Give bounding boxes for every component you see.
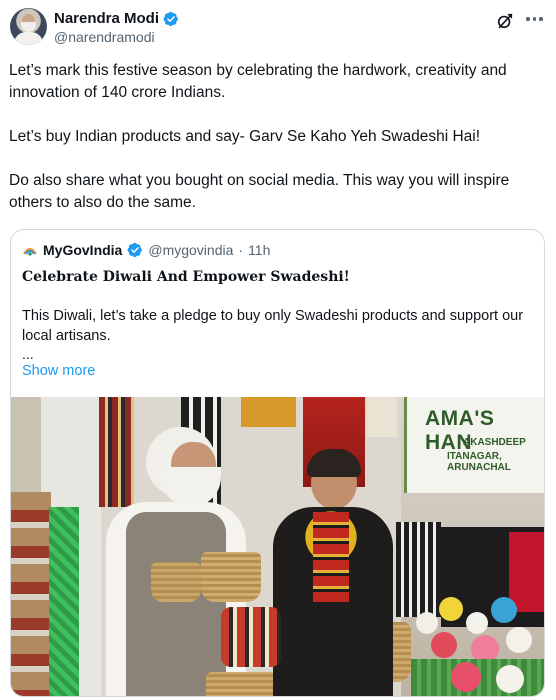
quoted-body: This Diwali, let’s take a pledge to buy … <box>22 308 524 344</box>
stall-sign-line1: AKASHDEEP <box>463 437 526 448</box>
quoted-timestamp[interactable]: 11h <box>248 242 270 258</box>
quoted-ellipsis: ... <box>22 346 34 362</box>
verified-badge-icon <box>163 11 178 26</box>
tweet-paragraph-3: Do also share what you bought on social … <box>9 172 510 211</box>
mygov-logo-icon <box>23 248 37 256</box>
quoted-tweet-header: MyGovIndia @mygovindia · 11h <box>22 242 270 258</box>
quoted-author-name[interactable]: MyGovIndia <box>43 242 122 258</box>
tweet-paragraph-1: Let’s mark this festive season by celebr… <box>9 62 507 101</box>
verified-badge-icon <box>127 242 143 258</box>
author-name[interactable]: Narendra Modi <box>54 10 159 27</box>
tweet-header: Narendra Modi @narendramodi <box>10 8 546 48</box>
tweet-text: Let’s mark this festive season by celebr… <box>9 60 549 236</box>
author-avatar[interactable] <box>10 8 47 45</box>
separator-dot: · <box>238 242 244 258</box>
author-name-row[interactable]: Narendra Modi <box>54 10 179 27</box>
stall-sign-line2: ITANAGAR, ARUNACHAL <box>447 451 511 473</box>
more-icon[interactable] <box>526 16 544 22</box>
stall-sign: AMA'S HAN AKASHDEEP ITANAGAR, ARUNACHAL <box>404 397 544 493</box>
quoted-photo[interactable]: AMA'S HAN AKASHDEEP ITANAGAR, ARUNACHAL <box>11 397 544 696</box>
grok-icon[interactable] <box>496 12 514 30</box>
show-more-link[interactable]: Show more <box>22 363 95 379</box>
author-handle[interactable]: @narendramodi <box>54 29 155 45</box>
quoted-title: Celebrate Diwali And Empower Swadeshi! <box>22 269 350 285</box>
quoted-tweet[interactable]: MyGovIndia @mygovindia · 11h Celebrate D… <box>10 229 545 697</box>
tweet-paragraph-2: Let’s buy Indian products and say- Garv … <box>9 128 481 145</box>
quoted-author-handle[interactable]: @mygovindia <box>148 242 233 258</box>
